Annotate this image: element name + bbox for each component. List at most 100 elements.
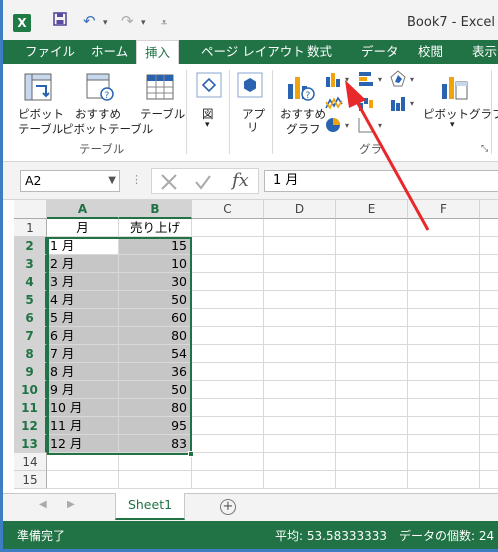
cell-empty[interactable] xyxy=(336,381,408,399)
cell-empty[interactable] xyxy=(408,309,480,327)
cell-empty[interactable] xyxy=(408,219,480,237)
worksheet-grid[interactable]: A B C D E F 1 月売り上げ 2 1 月 15 3 2 月 10 4 3 月 30 5 4 月… xyxy=(3,200,498,493)
cell-empty[interactable] xyxy=(408,417,480,435)
cell-b[interactable]: 83 xyxy=(119,435,192,453)
cell-empty[interactable] xyxy=(336,219,408,237)
cell-empty[interactable] xyxy=(408,363,480,381)
redo-icon[interactable]: ↷ xyxy=(121,12,134,30)
cell-a[interactable]: 1 月 xyxy=(47,237,119,255)
cell-b[interactable]: 80 xyxy=(119,327,192,345)
cell-empty[interactable] xyxy=(480,273,498,291)
cell-b[interactable]: 売り上げ xyxy=(119,219,192,237)
tab-formulas[interactable]: 数式 xyxy=(299,40,340,64)
cell-a[interactable]: 8 月 xyxy=(47,363,119,381)
scatter-chart-icon[interactable]: ▾ xyxy=(358,116,386,134)
select-all-corner[interactable] xyxy=(14,200,47,219)
cell-a[interactable]: 月 xyxy=(47,219,119,237)
cell-empty[interactable] xyxy=(336,399,408,417)
name-box[interactable]: A2 ▼ xyxy=(20,170,120,192)
cell-a[interactable]: 5 月 xyxy=(47,309,119,327)
row-header[interactable]: 4 xyxy=(14,273,47,291)
customize-qat-icon[interactable]: ⩡ xyxy=(161,16,167,30)
column-header-e[interactable]: E xyxy=(336,200,408,219)
cell-empty[interactable] xyxy=(480,327,498,345)
cell-empty[interactable] xyxy=(408,435,480,453)
cell-empty[interactable] xyxy=(192,255,264,273)
cell-empty[interactable] xyxy=(480,309,498,327)
cell-empty[interactable] xyxy=(408,255,480,273)
cell-empty[interactable] xyxy=(480,417,498,435)
cell-empty[interactable] xyxy=(192,309,264,327)
cell-a[interactable]: 10 月 xyxy=(47,399,119,417)
cell-empty[interactable] xyxy=(264,453,336,471)
waterfall-chart-icon[interactable] xyxy=(358,94,386,112)
cell-empty[interactable] xyxy=(264,417,336,435)
cell-empty[interactable] xyxy=(336,255,408,273)
row-header[interactable]: 12 xyxy=(14,417,47,435)
tab-insert[interactable]: 挿入 xyxy=(136,40,180,64)
cell-empty[interactable] xyxy=(264,237,336,255)
row-header[interactable]: 15 xyxy=(14,471,47,489)
cell-empty[interactable] xyxy=(408,399,480,417)
row-header[interactable]: 8 xyxy=(14,345,47,363)
cell-a[interactable]: 9 月 xyxy=(47,381,119,399)
cell-a[interactable]: 11 月 xyxy=(47,417,119,435)
undo-dropdown-icon[interactable]: ▾ xyxy=(103,18,108,28)
add-sheet-icon[interactable]: + xyxy=(220,499,236,515)
cell-empty[interactable] xyxy=(192,453,264,471)
row-header[interactable]: 3 xyxy=(14,255,47,273)
tab-review[interactable]: 校閲 xyxy=(410,40,451,64)
cell-empty[interactable] xyxy=(480,345,498,363)
cell-empty[interactable] xyxy=(480,381,498,399)
sheet-tab-sheet1[interactable]: Sheet1 xyxy=(115,493,185,520)
cell-empty[interactable] xyxy=(480,237,498,255)
cell-empty[interactable] xyxy=(336,309,408,327)
cell-empty[interactable] xyxy=(336,237,408,255)
cell-b[interactable]: 50 xyxy=(119,381,192,399)
cell-empty[interactable] xyxy=(336,327,408,345)
cell-empty[interactable] xyxy=(264,273,336,291)
cell-empty[interactable] xyxy=(336,453,408,471)
row-header[interactable]: 10 xyxy=(14,381,47,399)
cell-empty[interactable] xyxy=(480,219,498,237)
cell-empty[interactable] xyxy=(264,327,336,345)
row-header[interactable]: 13 xyxy=(14,435,47,453)
cell-empty[interactable] xyxy=(264,219,336,237)
cell-empty[interactable] xyxy=(264,291,336,309)
column-header-g[interactable] xyxy=(480,200,498,219)
cell-empty[interactable] xyxy=(192,219,264,237)
cell-b[interactable]: 30 xyxy=(119,273,192,291)
column-chart-icon[interactable]: ▾ xyxy=(325,70,353,88)
bar-chart-icon[interactable]: ▾ xyxy=(358,70,386,88)
cell-a[interactable]: 3 月 xyxy=(47,273,119,291)
cell-empty[interactable] xyxy=(264,471,336,489)
cell-empty[interactable] xyxy=(480,363,498,381)
tab-view[interactable]: 表示 xyxy=(464,40,498,64)
cell-empty[interactable] xyxy=(336,435,408,453)
fill-handle[interactable] xyxy=(188,451,194,457)
cell-a[interactable] xyxy=(47,471,119,489)
column-header-a[interactable]: A xyxy=(47,200,119,219)
row-header[interactable]: 2 xyxy=(14,237,47,255)
radar-chart-icon[interactable]: ▾ xyxy=(390,70,418,88)
line-chart-icon[interactable] xyxy=(325,94,353,112)
cell-empty[interactable] xyxy=(192,435,264,453)
row-header[interactable]: 5 xyxy=(14,291,47,309)
column-header-c[interactable]: C xyxy=(192,200,264,219)
cell-empty[interactable] xyxy=(192,237,264,255)
insert-function-icon[interactable]: fx xyxy=(232,170,249,191)
column-header-d[interactable]: D xyxy=(264,200,336,219)
cell-empty[interactable] xyxy=(408,381,480,399)
cell-b[interactable]: 54 xyxy=(119,345,192,363)
redo-dropdown-icon[interactable]: ▾ xyxy=(141,18,146,28)
cell-empty[interactable] xyxy=(408,327,480,345)
cell-empty[interactable] xyxy=(264,363,336,381)
column-header-b[interactable]: B xyxy=(119,200,192,219)
tab-data[interactable]: データ xyxy=(353,40,407,64)
cell-empty[interactable] xyxy=(408,345,480,363)
cell-empty[interactable] xyxy=(336,471,408,489)
cell-a[interactable]: 7 月 xyxy=(47,345,119,363)
cell-empty[interactable] xyxy=(480,255,498,273)
cell-empty[interactable] xyxy=(408,471,480,489)
cell-empty[interactable] xyxy=(192,345,264,363)
